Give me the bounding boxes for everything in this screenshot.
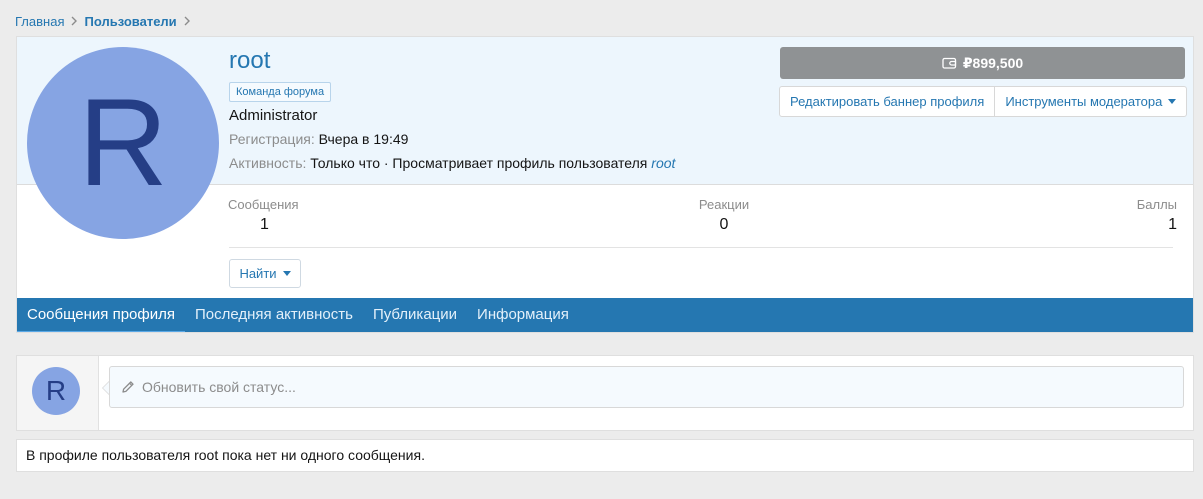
moderator-tools-label: Инструменты модератора (1005, 94, 1163, 109)
stat-reactions: Реакции 0 (697, 197, 751, 234)
registration-value: Вчера в 19:49 (318, 131, 409, 147)
user-banner-badge: Команда форума (229, 82, 332, 102)
profile-username[interactable]: root (229, 47, 270, 75)
avatar-small[interactable]: R (32, 367, 80, 415)
stat-messages-value: 1 (260, 216, 269, 233)
chevron-right-icon (177, 16, 197, 26)
edit-banner-button[interactable]: Редактировать баннер профиля (780, 87, 994, 116)
status-input[interactable] (109, 366, 1184, 408)
activity-value: Только что · Просматривает профиль польз… (310, 155, 648, 171)
activity-info: Активность: Только что · Просматривает п… (229, 155, 675, 171)
profile-actions: Редактировать баннер профиля Инструменты… (779, 86, 1188, 117)
registration-info: Регистрация: Вчера в 19:49 (229, 131, 408, 147)
profile-card: root Команда форума Administrator Регист… (16, 36, 1194, 333)
balance-value: ₽899,500 (962, 54, 1024, 71)
activity-label: Активность: (229, 155, 307, 171)
pencil-icon (121, 380, 135, 394)
tab-profile-posts[interactable]: Сообщения профиля (17, 298, 185, 332)
breadcrumb-users[interactable]: Пользователи (84, 14, 176, 29)
stat-messages[interactable]: Сообщения 1 (228, 197, 299, 234)
profile-tabs: Сообщения профиля Последняя активность П… (17, 298, 1193, 332)
tab-latest-activity[interactable]: Последняя активность (185, 298, 363, 332)
edit-banner-label: Редактировать баннер профиля (790, 94, 985, 109)
caret-down-icon (282, 271, 291, 276)
find-label: Найти (239, 266, 277, 281)
chevron-right-icon (64, 16, 84, 26)
moderator-tools-button[interactable]: Инструменты модератора (994, 87, 1186, 116)
avatar[interactable]: R (27, 47, 219, 239)
find-button[interactable]: Найти (229, 259, 301, 288)
stat-reactions-value: 0 (719, 216, 729, 233)
wallet-icon (942, 57, 957, 69)
registration-label: Регистрация: (229, 131, 315, 147)
caret-down-icon (1168, 99, 1177, 104)
stat-messages-label: Сообщения (228, 197, 299, 212)
stat-points-label: Баллы (1136, 197, 1177, 212)
empty-posts-message: В профиле пользователя root пока нет ни … (16, 439, 1194, 472)
user-title: Administrator (229, 107, 318, 124)
stat-points[interactable]: Баллы 1 (1137, 197, 1177, 234)
tab-postings[interactable]: Публикации (363, 298, 467, 332)
activity-user-link[interactable]: root (651, 155, 675, 171)
tab-about[interactable]: Информация (467, 298, 579, 332)
status-avatar-column: R (17, 356, 99, 430)
breadcrumb-home[interactable]: Главная (15, 14, 64, 29)
breadcrumb: Главная Пользователи (15, 12, 197, 30)
stat-points-value: 1 (1168, 216, 1177, 233)
stat-reactions-label: Реакции (698, 197, 750, 212)
status-update-card: R (16, 355, 1194, 431)
stats-divider (229, 247, 1173, 248)
balance-button[interactable]: ₽899,500 (780, 47, 1185, 79)
